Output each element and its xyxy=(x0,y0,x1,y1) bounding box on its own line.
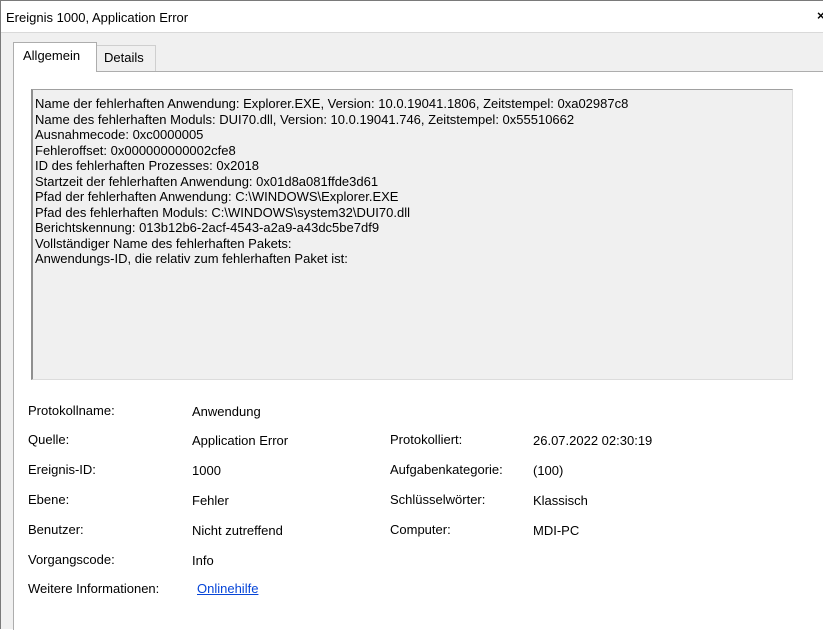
description-line: Pfad des fehlerhaften Moduls: C:\WINDOWS… xyxy=(35,204,410,220)
window-title: Ereignis 1000, Application Error xyxy=(6,10,189,25)
ereignis-id-label: Ereignis-ID: xyxy=(28,462,96,477)
computer-label: Computer: xyxy=(390,522,451,537)
protokollname-label: Protokollname: xyxy=(28,403,115,418)
aufgabenkategorie-label: Aufgabenkategorie: xyxy=(390,462,503,477)
onlinehilfe-link[interactable]: Onlinehilfe xyxy=(197,581,258,596)
protokolliert-label: Protokolliert: xyxy=(390,432,463,447)
description-line: Berichtskennung: 013b12b6-2acf-4543-a2a9… xyxy=(35,220,380,235)
protokolliert-value: 26.07.2022 02:30:19 xyxy=(533,433,653,448)
schluesselwoerter-value: Klassisch xyxy=(533,493,588,508)
description-line: Anwendungs-ID, die relativ zum fehlerhaf… xyxy=(35,251,348,266)
ereignis-id-value: 1000 xyxy=(192,463,221,478)
description-line: ID des fehlerhaften Prozesses: 0x2018 xyxy=(35,158,260,173)
aufgabenkategorie-value: (100) xyxy=(533,463,564,478)
description-line: Vollständiger Name des fehlerhaften Pake… xyxy=(35,235,292,251)
description-line: Ausnahmecode: 0xc0000005 xyxy=(35,127,204,142)
ebene-label: Ebene: xyxy=(28,492,70,507)
benutzer-value: Nicht zutreffend xyxy=(192,523,283,538)
quelle-value: Application Error xyxy=(192,433,289,448)
description-line: Pfad der fehlerhaften Anwendung: C:\WIND… xyxy=(35,189,399,204)
quelle-label: Quelle: xyxy=(28,432,70,447)
schluesselwoerter-label: Schlüsselwörter: xyxy=(390,492,486,507)
event-properties-window: Ereignis 1000, Application Error × Allge… xyxy=(0,0,823,630)
title-bar: Ereignis 1000, Application Error × xyxy=(1,1,823,33)
computer-value: MDI-PC xyxy=(533,523,580,538)
description-line: Fehleroffset: 0x000000000002cfe8 xyxy=(35,142,236,158)
tab-details[interactable]: Details xyxy=(97,45,156,71)
event-description-textbox[interactable]: Name der fehlerhaften Anwendung: Explore… xyxy=(31,89,793,380)
ebene-value: Fehler xyxy=(192,493,229,508)
description-line: Name des fehlerhaften Moduls: DUI70.dll,… xyxy=(35,111,575,127)
vorgangscode-value: Info xyxy=(192,553,214,568)
tab-allgemein[interactable]: Allgemein xyxy=(13,42,97,72)
description-line: Name der fehlerhaften Anwendung: Explore… xyxy=(35,96,629,111)
benutzer-label: Benutzer: xyxy=(28,522,84,537)
close-icon[interactable]: × xyxy=(817,8,823,23)
weitere-informationen-label: Weitere Informationen: xyxy=(28,581,160,596)
description-line: Startzeit der fehlerhaften Anwendung: 0x… xyxy=(35,173,379,189)
vorgangscode-label: Vorgangscode: xyxy=(28,552,115,567)
protokollname-value: Anwendung xyxy=(192,404,261,419)
